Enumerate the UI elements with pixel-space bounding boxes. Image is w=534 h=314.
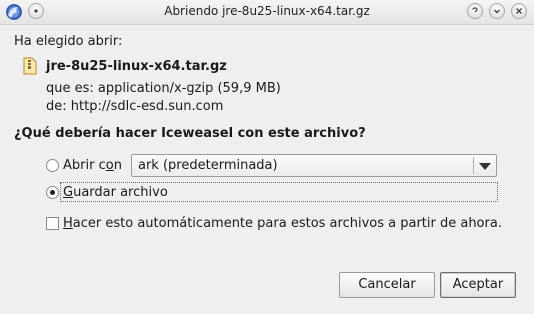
save-file-label[interactable]: Guardar archivo	[63, 185, 168, 200]
selected-application: ark (predeterminada)	[138, 158, 278, 173]
file-source: de: http://sdlc-esd.sun.com	[46, 99, 224, 114]
cancel-button[interactable]: Cancelar	[339, 272, 435, 298]
open-with-label[interactable]: Abrir con	[63, 158, 122, 173]
accept-button[interactable]: Aceptar	[440, 272, 516, 298]
minimize-icon[interactable]	[489, 3, 505, 19]
intro-label: Ha elegido abrir:	[14, 34, 123, 49]
window-title: Abriendo jre-8u25-linux-x64.tar.gz	[164, 4, 370, 18]
auto-action-checkbox[interactable]	[46, 217, 59, 230]
close-icon[interactable]	[511, 3, 527, 19]
save-file-radio[interactable]	[46, 186, 59, 199]
action-question: ¿Qué debería hacer Iceweasel con este ar…	[14, 126, 366, 141]
archive-file-icon	[22, 57, 38, 79]
file-name: jre-8u25-linux-x64.tar.gz	[46, 59, 227, 74]
file-type: que es: application/x-gzip (59,9 MB)	[46, 81, 281, 96]
title-bar: Abriendo jre-8u25-linux-x64.tar.gz	[0, 0, 534, 25]
application-select[interactable]: ark (predeterminada)	[131, 154, 497, 177]
combo-divider	[473, 157, 474, 174]
chevron-down-icon[interactable]	[479, 163, 491, 170]
help-icon[interactable]	[467, 3, 483, 19]
auto-action-label[interactable]: Hacer esto automáticamente para estos ar…	[63, 216, 502, 231]
open-with-radio[interactable]	[46, 159, 59, 172]
